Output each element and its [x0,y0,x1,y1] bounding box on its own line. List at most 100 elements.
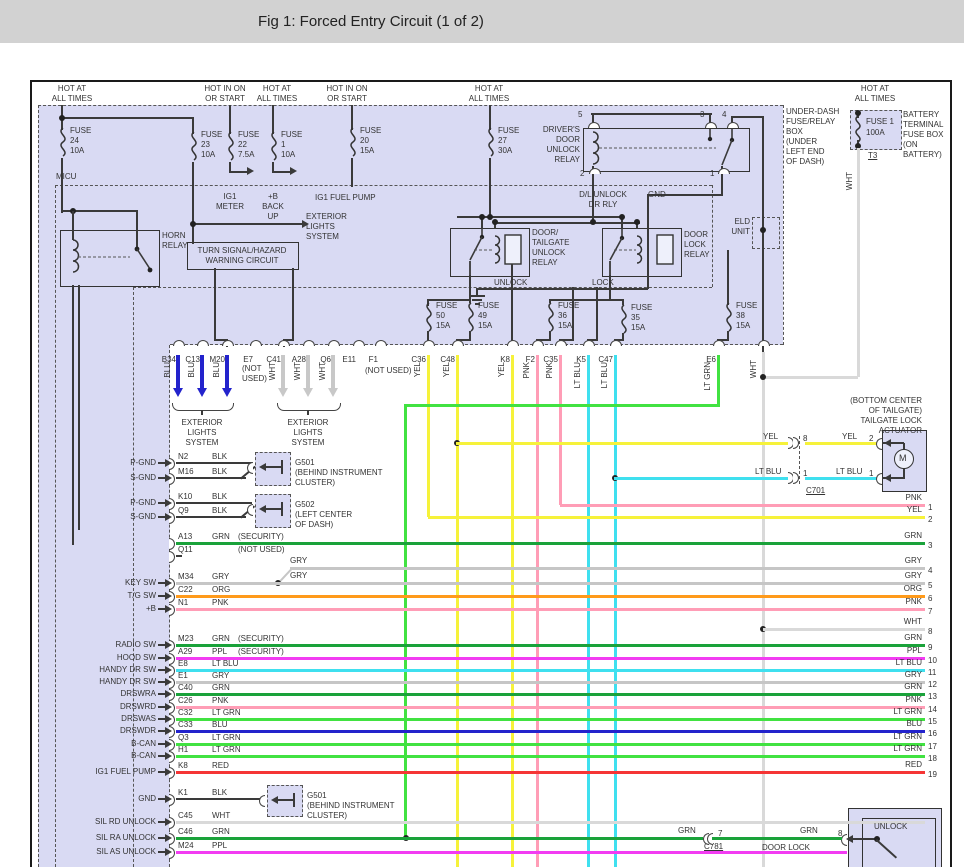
ig1-meter-label: IG1 METER [212,192,248,212]
fuse-symbol [424,303,434,331]
micu-signal-label: +B [40,604,156,614]
wire-color-label: LT BLU [573,362,583,388]
arrowhead [165,605,172,613]
ground-connector-bump [259,795,265,807]
fuse-name: FUSE [736,301,757,311]
wire-color-name: ORG [212,585,230,595]
junction-dot [760,227,766,233]
wire-Q9 [176,516,246,518]
junction-dot [634,219,640,225]
micu-inner-edge [133,287,134,867]
wire-K1 [176,798,265,800]
fuse-symbol [466,303,476,331]
junction-dot [760,374,766,380]
wire-C33 [176,730,925,733]
fuse-number: 38 [736,311,745,321]
ground-name: G501 [307,791,327,801]
actuator-ltblu-label: LT BLU [836,467,862,477]
right-pin-color: PNK [842,493,922,503]
fuse-amperage: 15A [558,321,572,331]
fuse-symbol [546,303,556,331]
wire-yel-to-c701 [456,442,793,445]
fuse-symbol [269,132,279,160]
pin-bump-F2 [532,340,544,346]
right-pin-color: LT GRN [842,732,922,742]
wire-color-name: RED [212,761,229,771]
wire [351,105,353,130]
fuse-amperage: 10A [201,150,215,160]
arrowhead [165,795,172,803]
horn-relay-label: HORN RELAY [162,231,188,251]
exterior-lights-wire-blu [225,355,229,389]
wire-k8-yel [511,355,514,867]
arrowhead [290,167,297,175]
battery-terminal-t3: T3 [868,151,877,161]
wire [192,223,302,225]
wire-f2-pnk [536,355,539,867]
tailgate-actuator-label: TAILGATE LOCK ACTUATOR [800,416,922,436]
wire [307,410,309,415]
connector-bump [876,473,882,485]
underdash-box-label: UNDER-DASH FUSE/RELAY BOX (UNDER LEFT EN… [786,107,839,167]
wire-code-label: C26 [178,696,193,706]
right-pin-color: WHT [842,617,922,627]
right-pin-number: 5 [928,581,932,591]
micu-signal-label: DRSWRA [40,689,156,699]
arrowhead [278,388,288,397]
arrowhead [165,818,172,826]
right-pin-number: 9 [928,643,932,653]
pin-bump-K5 [583,340,595,346]
b-backup-label: +B BACK UP [258,192,288,222]
arrowhead [165,499,172,507]
pin-bump-E6 [713,340,725,346]
right-pin-color: GRY [842,670,922,680]
fuse-number: 1 [281,140,285,150]
wire-code-label: K1 [178,788,188,798]
wire-color-label: PNK [545,362,555,378]
micu-signal-label: RADIO SW [40,640,156,650]
wire-Q3 [176,743,925,746]
right-pin-number: 1 [928,503,932,513]
fuse-number: 20 [360,136,369,146]
turn-signal-label: TURN SIGNAL/HAZARD WARNING CIRCUIT [192,246,292,266]
wire-color-name: PNK [212,598,228,608]
pin-bump-C35 [555,340,567,346]
battery-fuse-amperage: 100A [866,128,885,138]
right-pin-number: 11 [928,668,936,678]
wire-H1 [176,755,925,758]
wire [272,171,290,173]
wire-color-name: GRN [212,532,230,542]
wire [281,460,283,474]
wire-note: (SECURITY) [238,532,284,542]
ground-name: G502 [295,500,315,510]
junction-dot [590,219,596,225]
pin-bump-F1 [375,340,387,346]
wire-color-name: GRY [212,671,229,681]
wire-code-label: C33 [178,720,193,730]
arrowhead [884,474,891,482]
right-pin-number: 4 [928,566,932,576]
wire-color-name: BLU [212,720,228,730]
right-pin-color: PNK [842,695,922,705]
wire [489,158,491,218]
wire [476,288,648,290]
arrowhead [173,388,183,397]
arrowhead [165,834,172,842]
pin-label-F1: F1 [348,355,378,365]
c781-grn-label: GRN [678,826,696,836]
wire [489,105,491,130]
ground-location: (BEHIND INSTRUMENT CLUSTER) [307,801,395,821]
wire-code-label: E1 [178,671,188,681]
wire-e6-ltgrn-h [404,404,720,407]
wire-C46 [176,837,703,840]
arrowhead [165,727,172,735]
wire [61,117,194,119]
micu-signal-label: IG1 FUEL PUMP [40,767,156,777]
wire [762,117,764,352]
micu-signal-label: B-CAN [40,751,156,761]
arrowhead [165,459,172,467]
ground-connector-bump [247,504,253,516]
underdash-box-top [38,105,783,106]
wire-code-label: K10 [178,492,192,502]
right-pin-color: GRN [842,682,922,692]
